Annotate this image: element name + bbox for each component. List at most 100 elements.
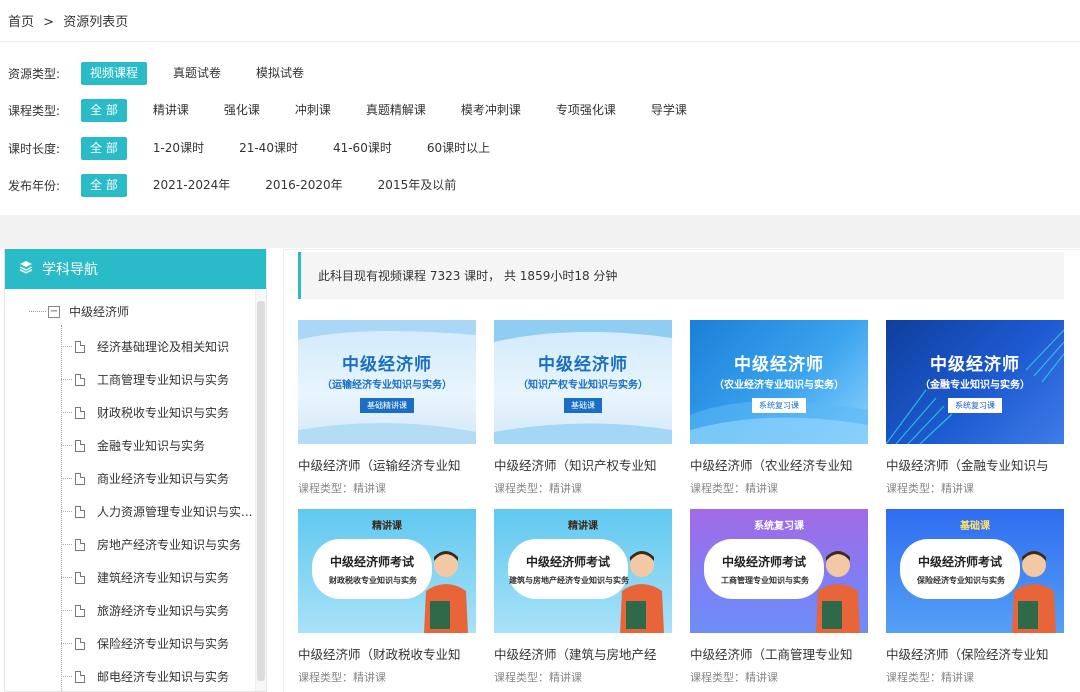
filter-label: 发布年份: [8,178,61,193]
document-icon [75,472,85,485]
filter-label: 课时长度: [8,141,61,156]
tree-item[interactable]: 商业经济专业知识与实务 [61,470,229,487]
course-thumbnail[interactable]: 精讲课 中级经济师考试 财政税收专业知识与实务 [298,509,476,633]
tree-root-label: 中级经济师 [69,305,130,319]
course-title[interactable]: 中级经济师（知识产权专业知 [494,455,672,474]
filter-row-duration: 课时长度: 全 部 1-20课时 21-40课时 41-60课时 60课时以上 [8,136,516,160]
document-icon [75,604,85,617]
filter-option-video-course[interactable]: 视频课程 [81,61,148,85]
course-thumbnail[interactable]: 基础课 中级经济师考试 保险经济专业知识与实务 [886,509,1064,633]
document-icon [75,505,85,518]
subject-navigation-title: 学科导航 [42,262,98,278]
filter-option-mock-sprint[interactable]: 模考冲刺课 [452,99,530,122]
breadcrumb: 首页 > 资源列表页 [0,0,1080,42]
course-thumbnail[interactable]: 中级经济师 （金融专业知识与实务） 系统复习课 [886,320,1064,444]
course-type: 课程类型：精讲课 [886,671,974,684]
breadcrumb-current: 资源列表页 [63,15,129,30]
filter-option-60-plus[interactable]: 60课时以上 [418,137,499,160]
course-title[interactable]: 中级经济师（运输经济专业知 [298,455,476,474]
subject-navigation: 学科导航 − 中级经济师 经济基础理论及相关知识 工商管理专业知识与实务 财政税… [4,249,267,692]
breadcrumb-home-link[interactable]: 首页 [8,15,34,30]
filter-option-mock-exam[interactable]: 模拟试卷 [247,62,313,85]
course-card[interactable]: 基础课 中级经济师考试 保险经济专业知识与实务 中级经济师（保险经济专业知 课程… [886,509,1064,685]
course-card[interactable]: 系统复习课 中级经济师考试 工商管理专业知识与实务 中级经济师（工商管理专业知 … [690,509,868,685]
course-title[interactable]: 中级经济师（建筑与房地产经 [494,644,672,663]
course-title[interactable]: 中级经济师（金融专业知识与 [886,455,1064,474]
filter-option-intro[interactable]: 导学课 [642,99,696,122]
filter-option-2021-2024[interactable]: 2021-2024年 [144,174,239,197]
tree-item[interactable]: 保险经济专业知识与实务 [61,635,229,652]
course-title[interactable]: 中级经济师（财政税收专业知 [298,644,476,663]
document-icon [75,406,85,419]
tree-item[interactable]: 人力资源管理专业知识与实... [61,503,252,520]
document-icon [75,571,85,584]
tree-item[interactable]: 房地产经济专业知识与实务 [61,536,241,553]
tree-item[interactable]: 金融专业知识与实务 [61,437,205,454]
course-card[interactable]: 中级经济师 （农业经济专业知识与实务） 系统复习课 中级经济师（农业经济专业知 … [690,320,868,496]
resource-list: 此科目现有视频课程 7323 课时， 共 1859小时18 分钟 中级经济师 （… [283,249,1080,692]
layers-icon [19,260,42,278]
course-thumbnail[interactable]: 系统复习课 中级经济师考试 工商管理专业知识与实务 [690,509,868,633]
filter-row-resource-type: 资源类型: 视频课程 真题试卷 模拟试卷 [8,61,330,85]
course-thumbnail[interactable]: 中级经济师 （运输经济专业知识与实务） 基础精讲课 [298,320,476,444]
tree-item[interactable]: 工商管理专业知识与实务 [61,371,229,388]
subject-navigation-header: 学科导航 [5,249,266,289]
course-type: 课程类型：精讲课 [886,482,974,495]
breadcrumb-separator: > [43,15,55,30]
tree-root-node[interactable]: − 中级经济师 [29,303,129,320]
course-type: 课程类型：精讲课 [298,482,386,495]
course-card[interactable]: 精讲课 中级经济师考试 建筑与房地产经济专业知识与实务 中级经济师（建筑与房地产… [494,509,672,685]
tree-item[interactable]: 邮电经济专业知识与实务 [61,668,229,685]
course-title[interactable]: 中级经济师（保险经济专业知 [886,644,1064,663]
filter-option-lecture[interactable]: 精讲课 [144,99,198,122]
tree-item[interactable]: 经济基础理论及相关知识 [61,338,229,355]
filter-label: 资源类型: [8,66,61,81]
filter-option-all[interactable]: 全 部 [81,173,127,197]
course-thumbnail[interactable]: 精讲课 中级经济师考试 建筑与房地产经济专业知识与实务 [494,509,672,633]
filter-option-intensive[interactable]: 强化课 [215,99,269,122]
subject-tree: − 中级经济师 经济基础理论及相关知识 工商管理专业知识与实务 财政税收专业知识… [5,289,266,691]
filter-option-all[interactable]: 全 部 [81,98,127,122]
course-card[interactable]: 精讲课 中级经济师考试 财政税收专业知识与实务 中级经济师（财政税收专业知 课程… [298,509,476,685]
minus-box-icon[interactable]: − [48,305,60,318]
course-thumbnail[interactable]: 中级经济师 （农业经济专业知识与实务） 系统复习课 [690,320,868,444]
section-divider [0,215,1080,248]
course-summary: 此科目现有视频课程 7323 课时， 共 1859小时18 分钟 [298,252,1064,299]
filter-option-1-20[interactable]: 1-20课时 [144,137,213,160]
filter-label: 课程类型: [8,103,61,118]
course-type: 课程类型：精讲课 [494,671,582,684]
document-icon [75,373,85,386]
document-icon [75,670,85,683]
course-type: 课程类型：精讲课 [494,482,582,495]
filter-option-2015-earlier[interactable]: 2015年及以前 [369,174,466,197]
filter-option-real-exam[interactable]: 真题试卷 [164,62,230,85]
filter-panel: 资源类型: 视频课程 真题试卷 模拟试卷 课程类型: 全 部 精讲课 强化课 冲… [0,43,1080,215]
filter-option-2016-2020[interactable]: 2016-2020年 [256,174,351,197]
course-type: 课程类型：精讲课 [690,482,778,495]
document-icon [75,439,85,452]
course-type: 课程类型：精讲课 [298,671,386,684]
course-title[interactable]: 中级经济师（工商管理专业知 [690,644,868,663]
tree-item[interactable]: 财政税收专业知识与实务 [61,404,229,421]
document-icon [75,637,85,650]
filter-option-all[interactable]: 全 部 [81,136,127,160]
course-card[interactable]: 中级经济师 （知识产权专业知识与实务） 基础课 中级经济师（知识产权专业知 课程… [494,320,672,496]
course-thumbnail[interactable]: 中级经济师 （知识产权专业知识与实务） 基础课 [494,320,672,444]
sidebar-scrollbar-thumb[interactable] [257,301,265,681]
document-icon [75,538,85,551]
filter-option-sprint[interactable]: 冲刺课 [286,99,340,122]
tree-item[interactable]: 建筑经济专业知识与实务 [61,569,229,586]
filter-row-year: 发布年份: 全 部 2021-2024年 2016-2020年 2015年及以前 [8,173,482,197]
sidebar-scrollbar[interactable] [255,289,266,691]
course-card[interactable]: 中级经济师 （运输经济专业知识与实务） 基础精讲课 中级经济师（运输经济专业知 … [298,320,476,496]
course-title[interactable]: 中级经济师（农业经济专业知 [690,455,868,474]
document-icon [75,340,85,353]
tree-item[interactable]: 旅游经济专业知识与实务 [61,602,229,619]
filter-option-41-60[interactable]: 41-60课时 [324,137,401,160]
course-card[interactable]: 中级经济师 （金融专业知识与实务） 系统复习课 中级经济师（金融专业知识与 课程… [886,320,1064,496]
filter-row-course-type: 课程类型: 全 部 精讲课 强化课 冲刺课 真题精解课 模考冲刺课 专项强化课 … [8,98,713,122]
filter-option-exam-analysis[interactable]: 真题精解课 [357,99,435,122]
filter-option-topic-intensive[interactable]: 专项强化课 [547,99,625,122]
course-type: 课程类型：精讲课 [690,671,778,684]
filter-option-21-40[interactable]: 21-40课时 [230,137,307,160]
